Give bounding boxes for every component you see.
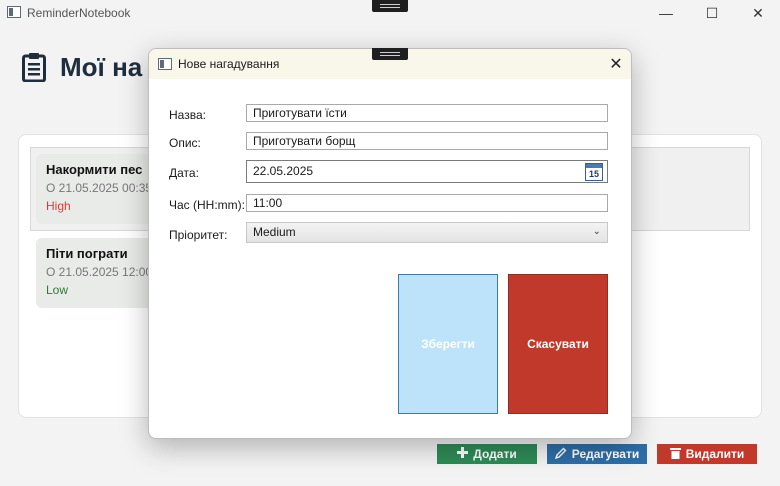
close-window-button[interactable]: ✕ [735, 0, 780, 26]
save-button[interactable]: Зберегти [398, 274, 498, 414]
dialog-drag-handle[interactable] [372, 48, 408, 60]
dialog-title: Нове нагадування [178, 57, 280, 71]
date-value: 22.05.2025 [253, 164, 314, 178]
time-label: Час (HH:mm): [169, 198, 245, 212]
minimize-button[interactable]: — [643, 0, 689, 26]
cancel-button[interactable]: Скасувати [508, 274, 608, 414]
name-input[interactable]: Приготувати їсти [246, 104, 608, 122]
new-reminder-dialog: Нове нагадування ✕ Назва: Приготувати їс… [148, 48, 632, 439]
page-title: Мої на [60, 51, 143, 82]
dialog-close-button[interactable]: ✕ [601, 49, 631, 79]
pencil-icon [554, 447, 567, 462]
date-label: Дата: [169, 166, 199, 180]
delete-button-label: Видалити [685, 447, 745, 461]
clipboard-icon [22, 52, 46, 83]
calendar-icon[interactable]: 15 [585, 163, 603, 181]
add-button[interactable]: Додати [437, 444, 537, 464]
time-input[interactable]: 11:00 [246, 194, 608, 212]
edit-button-label: Редагувати [571, 447, 640, 461]
trash-icon [669, 447, 681, 462]
priority-selected-value: Medium [253, 225, 296, 239]
delete-button[interactable]: Видалити [657, 444, 757, 464]
page-header: Мої на [22, 50, 142, 84]
priority-select[interactable]: Medium ⌄ [246, 222, 608, 243]
chevron-down-icon: ⌄ [592, 226, 601, 237]
maximize-button[interactable]: ☐ [689, 0, 735, 26]
edit-button[interactable]: Редагувати [547, 444, 647, 464]
description-label: Опис: [169, 136, 201, 150]
dialog-app-icon [158, 58, 172, 70]
description-input[interactable]: Приготувати борщ [246, 132, 608, 150]
drag-handle[interactable] [372, 0, 408, 12]
name-label: Назва: [169, 108, 206, 122]
window-title: ReminderNotebook [27, 6, 131, 20]
plus-icon [457, 447, 469, 461]
priority-label: Пріоритет: [169, 228, 228, 242]
date-picker[interactable]: 22.05.2025 15 [246, 160, 608, 183]
add-button-label: Додати [473, 447, 517, 461]
app-icon [7, 6, 21, 18]
